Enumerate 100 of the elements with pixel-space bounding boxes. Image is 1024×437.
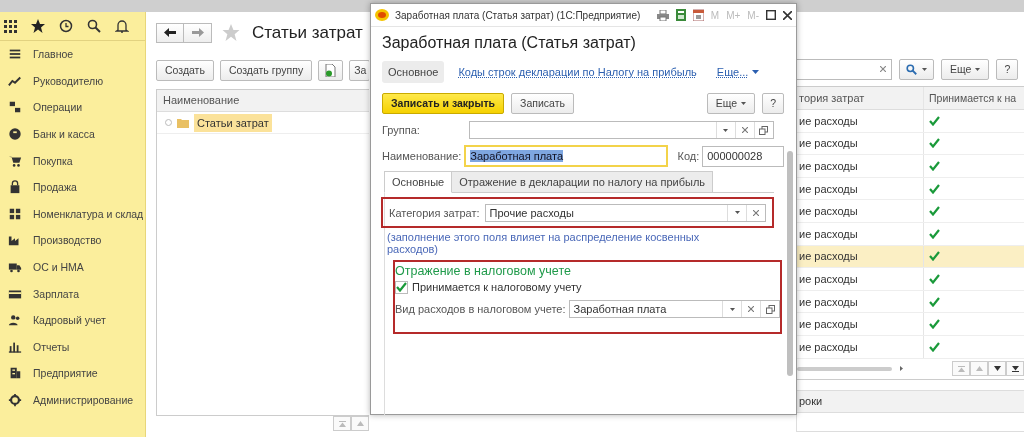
table-cell: ие расходы — [799, 340, 858, 353]
dropdown-caret-icon — [975, 67, 981, 71]
table-cell: ие расходы — [799, 114, 858, 127]
table-row[interactable]: ие расходы — [797, 290, 1024, 314]
horizontal-scrollbar[interactable] — [797, 366, 892, 371]
sidebar-item[interactable]: Покупка — [0, 147, 145, 174]
close-icon[interactable] — [783, 10, 792, 20]
back-button[interactable] — [156, 22, 184, 43]
scroll-bottom-button[interactable] — [1006, 361, 1024, 377]
bell-icon[interactable] — [115, 19, 129, 33]
clear-icon[interactable] — [753, 209, 759, 216]
save-button[interactable]: Записать — [511, 92, 574, 114]
sidebar-item[interactable]: Администрирование — [0, 386, 145, 414]
sidebar-item[interactable]: Отчеты — [0, 333, 145, 361]
create-group-button[interactable]: Создать группу — [219, 59, 313, 81]
column-header: роки — [797, 390, 1024, 413]
star-icon[interactable] — [31, 19, 45, 33]
search-icon — [906, 63, 917, 75]
create-button[interactable]: Создать — [156, 59, 214, 81]
search-icon[interactable] — [87, 19, 101, 33]
people-icon — [8, 313, 22, 328]
form-heading: Заработная плата (Статья затрат) — [382, 34, 637, 53]
field-label: Категория затрат: — [389, 206, 480, 219]
clear-icon[interactable] — [748, 306, 754, 312]
dropdown-caret-icon — [752, 69, 760, 74]
dropdown-caret-icon[interactable] — [723, 128, 729, 132]
sidebar-item[interactable]: Зарплата — [0, 280, 145, 307]
history-icon[interactable] — [59, 19, 73, 33]
table-cell: ие расходы — [799, 160, 858, 172]
table-row[interactable]: ие расходы — [797, 132, 1024, 156]
more-button[interactable]: Еще — [941, 58, 990, 80]
more-link[interactable]: Еще... — [710, 60, 766, 83]
column-header: Наименование — [157, 90, 369, 112]
column-header: тория затрат — [798, 92, 866, 104]
table-row[interactable]: ие расходы — [797, 335, 1024, 359]
clear-icon[interactable] — [880, 66, 886, 72]
table-row[interactable]: ие расходы — [797, 177, 1024, 201]
sidebar-item[interactable]: Продажа — [0, 173, 145, 201]
dropdown-caret-icon[interactable] — [734, 211, 740, 214]
table-row[interactable]: ие расходы — [797, 268, 1024, 291]
open-window-icon[interactable] — [765, 304, 775, 314]
sidebar-item[interactable]: Предприятие — [0, 360, 145, 387]
forward-arrow-icon — [191, 28, 204, 37]
sidebar-item[interactable]: Производство — [0, 227, 145, 254]
save-and-close-button[interactable]: Записать и закрыть — [382, 92, 505, 114]
grid-icon — [8, 206, 22, 221]
input-field[interactable]: Заработная плата — [568, 300, 780, 318]
input-field[interactable]: Заработная плата — [464, 145, 669, 167]
document-add-icon — [325, 63, 337, 77]
table-row[interactable]: ие расходы — [797, 222, 1024, 246]
building-icon — [8, 366, 22, 381]
sidebar-item[interactable]: ОС и НМА — [0, 253, 145, 281]
table-row[interactable]: ие расходы — [797, 313, 1024, 336]
input-field[interactable]: Прочие расходы — [484, 203, 766, 222]
tab[interactable]: Основные — [384, 171, 453, 193]
calculator-icon[interactable] — [675, 9, 686, 21]
tree-item[interactable]: Статьи затрат — [194, 113, 272, 132]
up-icon — [975, 366, 983, 372]
clear-icon[interactable] — [741, 127, 748, 133]
more-button[interactable]: Еще — [706, 92, 756, 114]
maximize-icon[interactable] — [766, 10, 776, 20]
search-button[interactable] — [899, 58, 934, 80]
scroll-down-button[interactable] — [988, 361, 1006, 377]
printer-icon[interactable] — [656, 9, 669, 21]
field-label: Код: — [677, 150, 700, 162]
down-icon — [993, 366, 1001, 372]
copy-button[interactable] — [318, 59, 344, 81]
sidebar-item[interactable]: Кадровый учет — [0, 306, 145, 334]
window-title: Заработная плата (Статья затрат) (1С:Предприятие) — [395, 9, 641, 21]
tab[interactable]: Отражение в декларации по налогу на прибыль — [452, 171, 714, 193]
section-link[interactable]: Коды строк декларации по Налогу на прибыль — [452, 60, 703, 83]
favorite-star-icon[interactable] — [222, 24, 240, 41]
radio-circle-icon — [165, 119, 172, 126]
scroll-right-icon[interactable] — [900, 366, 903, 372]
input-field[interactable] — [468, 121, 774, 139]
help-button[interactable]: ? — [996, 58, 1019, 80]
checkbox[interactable] — [395, 280, 408, 294]
section-link[interactable]: Основное — [382, 60, 445, 83]
gear-icon — [8, 393, 22, 407]
sidebar-item[interactable]: Номенклатура и склад — [0, 200, 145, 228]
sidebar-item[interactable]: Главное — [0, 41, 145, 68]
table-row[interactable]: ие расходы — [797, 155, 1024, 178]
table-cell: ие расходы — [799, 205, 858, 218]
field-label: Группа: — [382, 124, 420, 136]
sidebar-item[interactable]: Банк и касса — [0, 120, 145, 148]
dropdown-caret-icon[interactable] — [729, 307, 735, 311]
input-field[interactable]: 000000028 — [702, 145, 784, 167]
table-row[interactable]: ие расходы — [797, 245, 1024, 269]
sidebar-item[interactable]: Руководителю — [0, 67, 145, 95]
apps-icon[interactable] — [4, 19, 17, 33]
open-window-icon[interactable] — [759, 125, 769, 135]
table-row[interactable]: ие расходы — [797, 200, 1024, 223]
column-header: Принимается к на — [923, 87, 1024, 109]
sidebar-item[interactable]: Операции — [0, 94, 145, 121]
toolbar-button[interactable]: За — [349, 59, 369, 81]
table-cell: ие расходы — [799, 295, 858, 308]
dropdown-caret-icon — [922, 67, 927, 71]
calendar-icon[interactable] — [692, 9, 704, 21]
help-button[interactable]: ? — [762, 92, 784, 114]
table-row[interactable]: ие расходы — [797, 110, 1024, 133]
